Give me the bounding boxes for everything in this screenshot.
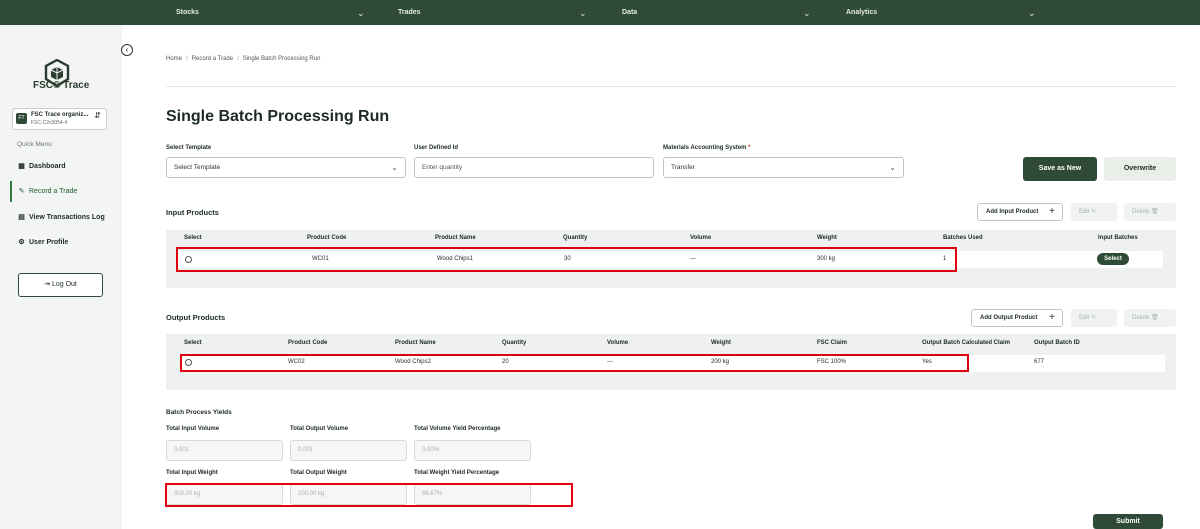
- col-volume: Volume: [690, 235, 712, 241]
- total-output-weight-label: Total Output Weight: [290, 470, 347, 476]
- edit-input-button[interactable]: Edit ✎: [1071, 203, 1117, 221]
- total-input-volume-label: Total Input Volume: [166, 426, 220, 432]
- user-id-label: User Defined Id: [414, 145, 459, 151]
- sidebar-item-record-trade[interactable]: ✎ Record a Trade: [17, 187, 78, 199]
- top-nav: Stocks ⌄ Trades ⌄ Data ⌄ Analytics ⌄: [0, 0, 1200, 25]
- volume-yield-field: 0.00%: [414, 440, 531, 461]
- updown-chevron-icon: ⇵: [94, 111, 101, 120]
- sidebar-item-user-profile[interactable]: ⚙ User Profile: [17, 238, 68, 250]
- col-product-name: Product Name: [395, 340, 436, 346]
- highlight-box: [180, 354, 969, 372]
- chevron-down-icon[interactable]: ⌄: [803, 0, 811, 25]
- collapse-sidebar-button[interactable]: ‹: [121, 44, 133, 56]
- col-calculated-claim: Output Batch Calculated Claim: [922, 340, 1011, 346]
- plus-icon: +: [1049, 206, 1055, 217]
- chevron-down-icon: ⌄: [889, 163, 896, 172]
- trash-icon: 🗑: [1151, 315, 1159, 321]
- col-select: Select: [184, 340, 202, 346]
- chevron-down-icon[interactable]: ⌄: [1028, 0, 1036, 25]
- pencil-icon: ✎: [1091, 209, 1097, 215]
- select-batches-button[interactable]: Select: [1097, 253, 1129, 265]
- total-output-volume-label: Total Output Volume: [290, 426, 349, 432]
- add-input-product-button[interactable]: Add Input Product +: [977, 203, 1063, 221]
- save-as-new-button[interactable]: Save as New: [1023, 157, 1097, 181]
- trash-icon: 🗑: [1151, 209, 1159, 215]
- col-volume: Volume: [607, 340, 629, 346]
- sidebar: FSC® Trace FT FSC Trace organiz... FSC-C…: [0, 25, 122, 529]
- org-name: FSC Trace organiz...: [31, 112, 89, 118]
- quick-menu-label: Quick Menu: [17, 141, 52, 148]
- user-id-input[interactable]: Enter quantity: [414, 157, 654, 178]
- active-indicator: [10, 181, 12, 202]
- highlight-box: [176, 247, 957, 272]
- chevron-down-icon[interactable]: ⌄: [357, 0, 365, 25]
- col-output-batch-id: Output Batch ID: [1034, 340, 1080, 346]
- total-input-volume-field: 0.001: [166, 440, 283, 461]
- breadcrumb-home[interactable]: Home: [166, 56, 182, 62]
- submit-button[interactable]: Submit: [1093, 514, 1163, 529]
- yields-title: Batch Process Yields: [166, 409, 232, 416]
- col-product-code: Product Code: [307, 235, 347, 241]
- pencil-icon: ✎: [18, 188, 25, 195]
- chevron-down-icon[interactable]: ⌄: [579, 0, 587, 25]
- template-select[interactable]: Select Template ⌄: [166, 157, 406, 178]
- total-input-weight-label: Total Input Weight: [166, 470, 218, 476]
- delete-output-button[interactable]: Delete 🗑: [1124, 309, 1176, 327]
- organization-selector[interactable]: FT FSC Trace organiz... FSC-C2c0054-4 ⇵: [12, 108, 107, 130]
- brand-name: FSC® Trace: [33, 80, 90, 91]
- overwrite-button[interactable]: Overwrite: [1104, 157, 1176, 181]
- mas-label: Materials Accounting System *: [663, 145, 751, 151]
- volume-yield-label: Total Volume Yield Percentage: [414, 426, 501, 432]
- col-weight: Weight: [711, 340, 731, 346]
- breadcrumb: Home / Record a Trade / Single Batch Process…: [166, 56, 321, 62]
- plus-icon: +: [1049, 312, 1055, 323]
- document-icon: ▤: [18, 214, 25, 221]
- chevron-down-icon: ⌄: [391, 163, 398, 172]
- input-products-title: Input Products: [166, 208, 219, 217]
- edit-output-button[interactable]: Edit ✎: [1071, 309, 1117, 327]
- total-output-volume-field: 0.001: [290, 440, 407, 461]
- col-batches-used: Batches Used: [943, 235, 983, 241]
- org-badge: FT: [16, 113, 27, 124]
- sidebar-item-transactions-log[interactable]: ▤ View Transactions Log: [17, 213, 105, 225]
- dashboard-icon: ▦: [18, 163, 25, 170]
- page-title: Single Batch Processing Run: [166, 108, 390, 125]
- logout-icon: ⇥: [44, 281, 50, 288]
- logout-button[interactable]: ⇥ Log Out: [18, 273, 103, 297]
- add-output-product-button[interactable]: Add Output Product +: [971, 309, 1063, 327]
- col-quantity: Quantity: [563, 235, 588, 241]
- mas-select[interactable]: Transfer ⌄: [663, 157, 904, 178]
- sidebar-item-dashboard[interactable]: ▦ Dashboard: [17, 162, 65, 174]
- gear-icon: ⚙: [18, 239, 25, 246]
- template-label: Select Template: [166, 145, 212, 151]
- breadcrumb-current: Single Batch Processing Run: [242, 56, 321, 62]
- output-products-title: Output Products: [166, 313, 226, 322]
- nav-trades[interactable]: Trades: [398, 0, 421, 25]
- nav-stocks[interactable]: Stocks: [176, 0, 199, 25]
- cell-output-batch-id: 677: [1034, 359, 1045, 365]
- col-select: Select: [184, 235, 202, 241]
- delete-input-button[interactable]: Delete 🗑: [1124, 203, 1176, 221]
- col-product-code: Product Code: [288, 340, 328, 346]
- pencil-icon: ✎: [1091, 315, 1097, 321]
- weight-yield-label: Total Weight Yield Percentage: [414, 470, 500, 476]
- org-id: FSC-C2c0054-4: [31, 120, 68, 126]
- breadcrumb-record-trade[interactable]: Record a Trade: [192, 56, 233, 62]
- divider: [166, 86, 1176, 87]
- highlight-box: [165, 483, 573, 507]
- col-input-batches: Input Batches: [1098, 235, 1138, 241]
- col-product-name: Product Name: [435, 235, 476, 241]
- col-fsc-claim: FSC Claim: [817, 340, 848, 346]
- col-weight: Weight: [817, 235, 837, 241]
- chevron-left-icon: ‹: [125, 45, 129, 54]
- nav-data[interactable]: Data: [622, 0, 637, 25]
- nav-analytics[interactable]: Analytics: [846, 0, 877, 25]
- col-quantity: Quantity: [502, 340, 527, 346]
